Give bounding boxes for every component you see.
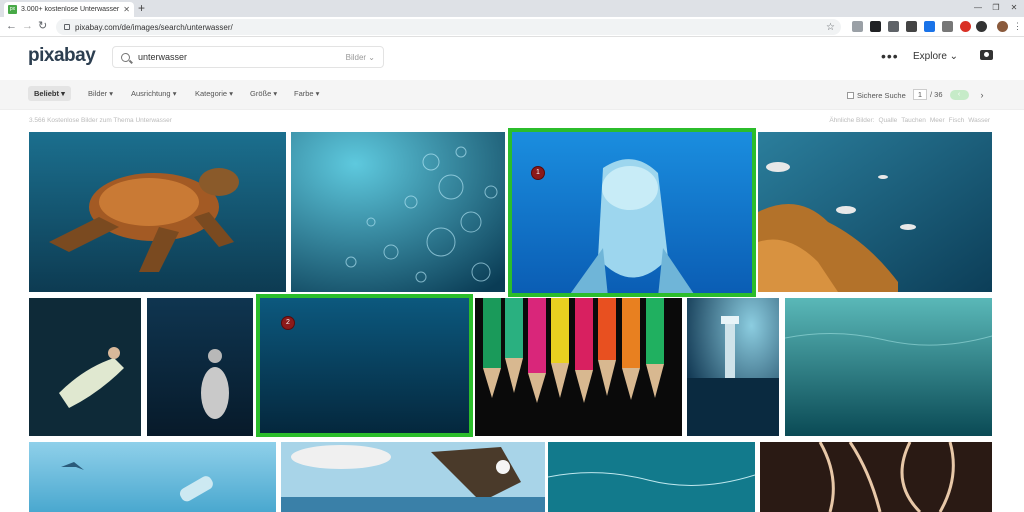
filter-color[interactable]: Farbe ▾ [294, 89, 319, 98]
image-dolphin[interactable] [508, 128, 756, 297]
filter-label: Farbe [294, 89, 314, 98]
browser-tab[interactable]: px 3.000+ kostenlose Unterwasser und... … [4, 2, 134, 17]
site-header: pixabay unterwasser Bilder ⌄ ••• Explore… [0, 38, 1024, 78]
filter-images[interactable]: Bilder ▾ [88, 89, 113, 98]
search-bar[interactable]: unterwasser Bilder ⌄ [112, 46, 384, 68]
search-type-label: Bilder [345, 52, 367, 62]
extension-icon[interactable] [870, 21, 881, 32]
extension-icon[interactable] [888, 21, 899, 32]
image-lighthouse-underwater[interactable] [687, 298, 779, 436]
similar-tag[interactable]: Fisch [949, 117, 965, 124]
safe-search-toggle[interactable]: Sichere Suche [847, 91, 906, 100]
search-icon [121, 52, 130, 62]
next-page-icon[interactable]: › [981, 90, 984, 100]
pixabay-logo[interactable]: pixabay [28, 45, 96, 67]
similar-tags: Ähnliche Bilder: Qualle Tauchen Meer Fis… [829, 117, 990, 124]
window-controls: — ❐ ✕ [972, 2, 1020, 12]
filter-label: Größe [250, 89, 272, 98]
extension-icon[interactable] [960, 21, 971, 32]
search-type-dropdown[interactable]: Bilder ⌄ [346, 53, 375, 62]
filter-orientation[interactable]: Ausrichtung ▾ [131, 89, 176, 98]
explore-label: Explore [913, 51, 947, 62]
page-total: / 36 [930, 90, 943, 99]
similar-label: Ähnliche Bilder: [829, 117, 875, 124]
image-jellyfish[interactable] [760, 442, 992, 512]
more-options-icon[interactable]: ••• [881, 48, 899, 64]
camera-icon[interactable] [980, 50, 993, 60]
menu-dots-icon[interactable]: ⋮ [1013, 20, 1022, 33]
annotation-marker-2: 2 [281, 316, 295, 330]
close-window-icon[interactable]: ✕ [1008, 2, 1020, 12]
extension-icon[interactable] [942, 21, 953, 32]
lock-icon [64, 24, 70, 30]
profile-avatar[interactable] [997, 21, 1008, 32]
url-text: pixabay.com/de/images/search/unterwasser… [75, 22, 233, 32]
tab-title: 3.000+ kostenlose Unterwasser und... [21, 6, 120, 13]
browser-tabstrip: px 3.000+ kostenlose Unterwasser und... … [0, 0, 1024, 17]
image-woman-floating-dress[interactable] [29, 298, 141, 436]
extension-icon[interactable] [852, 21, 863, 32]
extension-icon[interactable] [924, 21, 935, 32]
filter-bar: Beliebt ▾ Bilder ▾ Ausrichtung ▾ Kategor… [0, 80, 1024, 110]
maximize-icon[interactable]: ❐ [990, 2, 1002, 12]
image-diver-crouching[interactable] [147, 298, 253, 436]
image-bird-bottle[interactable] [29, 442, 276, 512]
image-sea-turtle[interactable] [29, 132, 286, 292]
new-tab-icon[interactable]: + [138, 2, 145, 15]
pagination: 1 / 36 ‹ › [913, 89, 984, 100]
filter-popular[interactable]: Beliebt ▾ [28, 86, 71, 101]
filter-category[interactable]: Kategorie ▾ [195, 89, 233, 98]
page-input[interactable]: 1 [913, 89, 927, 100]
search-input[interactable]: unterwasser [138, 52, 346, 62]
result-count: 3.566 Kostenlose Bilder zum Thema Unterw… [29, 117, 172, 124]
filter-label: Bilder [88, 89, 108, 98]
address-bar[interactable]: pixabay.com/de/images/search/unterwasser… [56, 19, 841, 35]
image-underwater-bubbles[interactable] [291, 132, 505, 292]
extension-icon[interactable] [976, 21, 987, 32]
similar-tag[interactable]: Tauchen [901, 117, 926, 124]
minimize-icon[interactable]: — [972, 2, 984, 12]
close-tab-icon[interactable]: ✕ [123, 5, 130, 14]
annotation-marker-1: 1 [531, 166, 545, 180]
filter-label: Beliebt [34, 89, 60, 98]
back-icon[interactable]: ← [6, 20, 17, 33]
image-water-surface-teal[interactable] [785, 298, 992, 436]
reload-icon[interactable]: ↻ [38, 20, 47, 33]
image-eagle-sea[interactable] [281, 442, 545, 512]
image-coral-reef-fish[interactable] [758, 132, 992, 292]
similar-tag[interactable]: Qualle [878, 117, 897, 124]
extension-icon[interactable] [906, 21, 917, 32]
filter-label: Ausrichtung [131, 89, 171, 98]
filter-label: Kategorie [195, 89, 228, 98]
image-colored-pencils-underwater[interactable] [475, 298, 682, 436]
forward-icon[interactable]: → [22, 20, 33, 33]
safe-search-label: Sichere Suche [857, 91, 906, 100]
explore-menu[interactable]: Explore ⌄ [913, 51, 958, 62]
similar-tag[interactable]: Meer [930, 117, 945, 124]
pixabay-favicon-icon: px [8, 5, 17, 14]
filter-size[interactable]: Größe ▾ [250, 89, 277, 98]
bookmark-star-icon[interactable]: ☆ [826, 22, 835, 33]
browser-toolbar: ← → ↻ pixabay.com/de/images/search/unter… [0, 17, 1024, 37]
prev-page-button[interactable]: ‹ [949, 89, 969, 100]
safe-search-checkbox[interactable] [847, 92, 854, 99]
similar-tag[interactable]: Wasser [968, 117, 990, 124]
image-ocean-surface[interactable] [548, 442, 755, 512]
